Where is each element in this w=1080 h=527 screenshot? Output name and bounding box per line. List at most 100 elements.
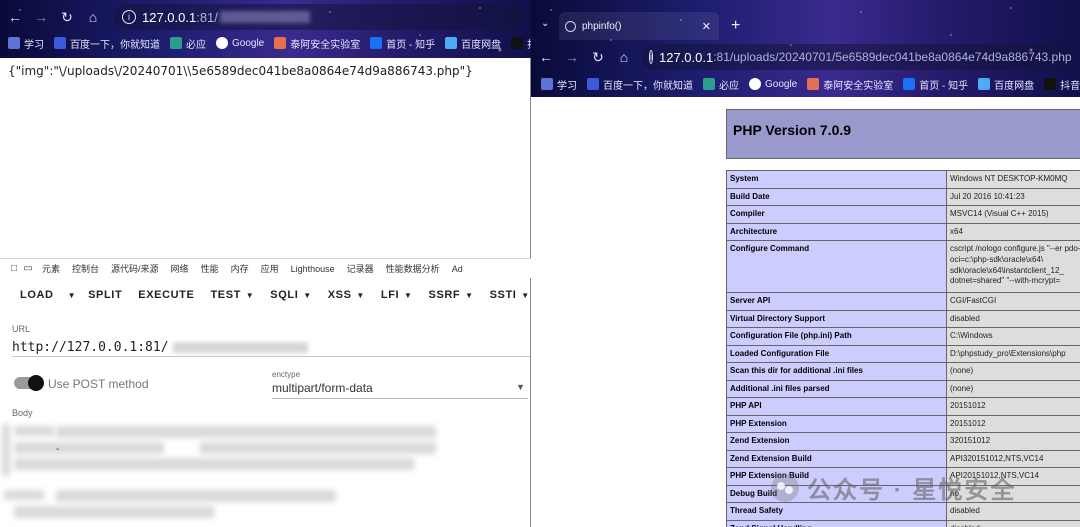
redacted-body <box>200 442 436 454</box>
ssrf-menu-button[interactable]: SSRF ▼ <box>421 289 482 301</box>
left-url-path: :81/ <box>196 9 218 25</box>
chevron-down-icon: ▼ <box>242 291 255 300</box>
bookmark-item[interactable]: Google <box>216 37 264 49</box>
url-field[interactable]: http://127.0.0.1:81/ <box>12 340 308 355</box>
back-icon[interactable]: ← <box>2 4 28 30</box>
globe-icon <box>565 20 576 32</box>
google-icon <box>216 37 228 49</box>
post-method-toggle[interactable] <box>14 375 44 391</box>
right-browser-chrome: ⌄ phpinfo() ✕ + ← → ↻ ⌂ i 127.0.0.1 :81/… <box>531 0 1080 97</box>
phpinfo-key: Thread Safety <box>726 502 947 521</box>
left-browser-window: ← → ↻ ⌂ i 127.0.0.1 :81/ 学习 百度一下，你就知道 必应… <box>0 0 531 527</box>
bookmark-item[interactable]: 泰阿安全实验室 <box>274 36 360 51</box>
reload-icon[interactable]: ↻ <box>585 44 611 70</box>
devtools-tab[interactable]: Lighthouse <box>285 264 341 274</box>
bing-icon <box>703 78 715 90</box>
table-row: Server API CGI/FastCGI <box>726 292 1080 311</box>
load-dropdown-icon[interactable]: ▼ <box>62 289 81 301</box>
devtools-tab[interactable]: 内存 <box>225 262 255 275</box>
phpinfo-value: API320151012,NTS,VC14 <box>946 449 1080 468</box>
devtools-tab[interactable]: 应用 <box>255 262 285 275</box>
bookmark-item[interactable]: 泰阿安全实验室 <box>807 77 893 92</box>
new-tab-icon[interactable]: + <box>731 17 740 35</box>
reload-icon[interactable]: ↻ <box>54 4 80 30</box>
load-button[interactable]: LOAD <box>12 289 62 301</box>
tab-phpinfo[interactable]: phpinfo() ✕ <box>559 12 719 40</box>
enctype-label: enctype <box>272 370 301 379</box>
table-row: Zend Extension Build API320151012,NTS,VC1… <box>726 449 1080 468</box>
redacted-url-part <box>219 11 310 23</box>
forward-icon[interactable]: → <box>559 44 585 70</box>
left-omnibox[interactable]: i 127.0.0.1 :81/ <box>114 4 524 30</box>
table-row: PHP API 20151012 <box>726 397 1080 416</box>
table-row: Architecture x64 <box>726 222 1080 241</box>
chevron-down-icon: ▼ <box>401 291 413 300</box>
lfi-menu-button[interactable]: LFI ▼ <box>373 289 421 301</box>
devtools-tab[interactable]: 控制台 <box>66 262 105 275</box>
chevron-down-icon: ▼ <box>353 291 365 300</box>
lab-icon <box>807 78 820 90</box>
enctype-select[interactable]: multipart/form-data <box>272 381 373 395</box>
devtools-tab[interactable]: 性能数据分析 <box>380 262 446 275</box>
douyin-icon <box>1044 78 1057 90</box>
table-row: PHP Extension 20151012 <box>726 414 1080 433</box>
zhihu-icon <box>903 78 916 90</box>
info-icon[interactable]: i <box>649 50 653 64</box>
bookmark-item[interactable]: 学习 <box>8 36 44 51</box>
bookmark-item[interactable]: 抖音 <box>511 36 531 51</box>
bookmark-item[interactable]: 必应 <box>170 36 206 51</box>
chevron-down-icon[interactable]: ▼ <box>516 382 525 392</box>
tab-strip: phpinfo() ✕ + <box>531 12 1080 40</box>
execute-button[interactable]: EXECUTE <box>130 289 202 301</box>
devtools-tab[interactable]: 记录器 <box>341 262 380 275</box>
phpinfo-key: Zend Extension <box>726 432 947 451</box>
ssti-menu-button[interactable]: SSTI ▼ <box>482 289 538 301</box>
bookmark-item[interactable]: Google <box>749 78 797 90</box>
devtools-tab[interactable]: 元素 <box>36 262 66 275</box>
bookmark-item[interactable]: 必应 <box>703 77 739 92</box>
body-textarea[interactable]: - <box>0 420 531 527</box>
table-row: Compiler MSVC14 (Visual C++ 2015) <box>726 205 1080 224</box>
bookmark-item[interactable]: 抖音 <box>1044 77 1080 92</box>
home-icon[interactable]: ⌂ <box>80 4 106 30</box>
devtools-tab[interactable]: 性能 <box>195 262 225 275</box>
response-json-text: {"img":"\/uploads\/20240701\\5e6589dec04… <box>8 64 473 78</box>
bookmark-item[interactable]: 首页 - 知乎 <box>903 77 968 92</box>
devtools-tab[interactable]: 源代码/来源 <box>105 262 165 275</box>
devtools-tab[interactable]: 网络 <box>165 262 195 275</box>
bookmark-item[interactable]: 百度网盘 <box>445 36 501 51</box>
xss-menu-button[interactable]: XSS ▼ <box>320 289 373 301</box>
redacted-body <box>56 490 336 502</box>
test-menu-button[interactable]: TEST ▼ <box>202 289 262 301</box>
php-version-header: PHP Version 7.0.9 <box>726 109 1080 159</box>
redacted-body <box>14 426 54 436</box>
right-omnibox[interactable]: i 127.0.0.1 :81/uploads/20240701/5e6589d… <box>641 44 1072 70</box>
split-button[interactable]: SPLIT <box>80 289 130 301</box>
phpinfo-value: cscript /nologo configure.js "--er pdo-o… <box>946 240 1080 293</box>
phpinfo-key: Zend Signal Handling <box>726 519 947 527</box>
close-icon[interactable]: ✕ <box>702 20 711 33</box>
bookmark-item[interactable]: 百度一下，你就知道 <box>587 77 693 92</box>
phpinfo-key: Configuration File (php.ini) Path <box>726 327 947 346</box>
info-icon[interactable]: i <box>122 10 136 24</box>
bookmark-item[interactable]: 百度网盘 <box>978 77 1034 92</box>
back-icon[interactable]: ← <box>533 44 559 70</box>
phpinfo-value: 20151012 <box>946 397 1080 416</box>
bing-icon <box>170 37 182 49</box>
inspect-icon[interactable]: □ <box>8 263 20 275</box>
bookmark-item[interactable]: 百度一下，你就知道 <box>54 36 160 51</box>
redacted-body <box>4 490 44 500</box>
left-bookmarks-bar: 学习 百度一下，你就知道 必应 Google 泰阿安全实验室 首页 - 知乎 百… <box>0 32 531 54</box>
bookmark-item[interactable]: 学习 <box>541 77 577 92</box>
device-toolbar-icon[interactable]: ▭ <box>22 263 34 275</box>
phpinfo-key: Virtual Directory Support <box>726 309 947 328</box>
bookmark-item[interactable]: 首页 - 知乎 <box>370 36 435 51</box>
forward-icon[interactable]: → <box>28 4 54 30</box>
redacted-body <box>2 424 10 476</box>
baidu-pan-icon <box>445 37 458 49</box>
lab-icon <box>274 37 287 49</box>
sqli-menu-button[interactable]: SQLI ▼ <box>262 289 319 301</box>
home-icon[interactable]: ⌂ <box>611 44 637 70</box>
table-row: Configure Command cscript /nologo configu… <box>726 240 1080 293</box>
devtools-tab[interactable]: Ad <box>446 264 469 274</box>
